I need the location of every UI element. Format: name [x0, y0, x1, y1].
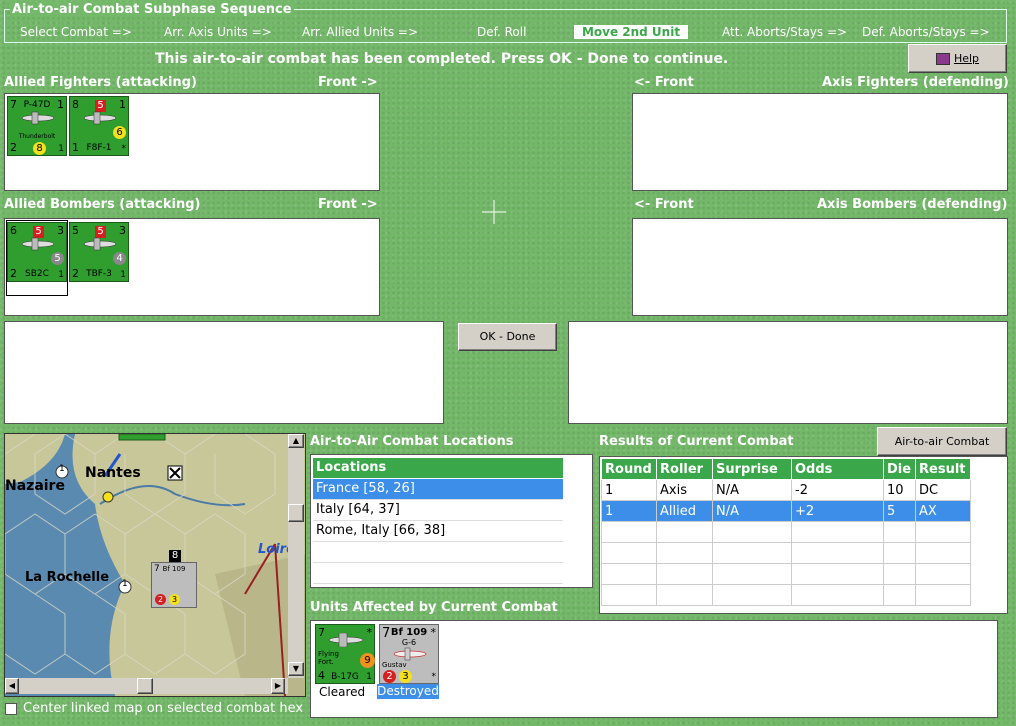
axis-bombers-front: <- Front — [634, 197, 694, 212]
step-arr-axis-units: Arr. Axis Units => — [164, 25, 272, 39]
list-item — [313, 542, 563, 563]
allied-fighters-title: Allied Fighters (attacking) — [4, 75, 197, 90]
map-counter-bf109[interactable]: 7 Bf 109 2 3 — [151, 562, 197, 608]
counter-bf109[interactable]: 7 Bf 109 G-6 * Gustav 2 3 * — [379, 624, 439, 684]
map-horizontal-scrollbar[interactable]: ◀ ▶ — [5, 678, 288, 694]
step-arr-allied-units: Arr. Allied Units => — [302, 25, 419, 39]
axis-fighters-title: Axis Fighters (defending) — [822, 75, 1009, 90]
location-row-rome[interactable]: Rome, Italy [66, 38] — [313, 521, 563, 542]
table-row — [601, 563, 971, 585]
ok-done-button[interactable]: OK - Done — [458, 323, 557, 351]
help-book-icon — [935, 53, 950, 65]
results-title: Results of Current Combat — [599, 434, 794, 449]
col-surprise: Surprise — [712, 458, 792, 480]
crosshair-cursor-icon — [482, 200, 506, 224]
step-select-combat: Select Combat => — [20, 25, 132, 39]
affected-units-box: 7 * Flying Fort. 9 4 B-17G 1 Cleared 7 B… — [310, 620, 998, 718]
map-panel[interactable]: Nantes Nazaire La Rochelle Loire 1 1 8 7… — [4, 433, 306, 697]
allied-bombers-front: Front -> — [318, 197, 378, 212]
col-roller: Roller — [656, 458, 713, 480]
bomber-icon — [328, 633, 364, 647]
plane-icon — [83, 111, 117, 125]
counter-f8f1[interactable]: 8 5 1 6 1 F8F-1 * — [69, 96, 129, 156]
combat-chart-button[interactable]: Air-to-air Combat Chart — [877, 427, 1007, 475]
center-map-checkbox-label: Center linked map on selected combat hex — [23, 701, 304, 716]
horizontal-scroll-thumb[interactable] — [137, 678, 153, 694]
col-round: Round — [601, 458, 657, 480]
axis-fighters-front: <- Front — [634, 75, 694, 90]
scroll-left-arrow-icon[interactable]: ◀ — [5, 678, 19, 694]
map-stack-count: 8 — [169, 550, 181, 562]
map-city-la-rochelle: La Rochelle — [25, 570, 110, 585]
col-odds: Odds — [791, 458, 884, 480]
location-row-france[interactable]: France [58, 26] — [313, 479, 563, 500]
results-header-row: Round Roller Surprise Odds Die Result — [601, 458, 971, 480]
plane-icon — [21, 111, 55, 125]
counter-p47d[interactable]: 7 P-47D 1 Thunderbolt 2 8 1 — [7, 96, 67, 156]
axis-bombers-box[interactable] — [632, 218, 1008, 316]
axis-bombers-title: Axis Bombers (defending) — [817, 197, 1008, 212]
counter-b17g[interactable]: 7 * Flying Fort. 9 4 B-17G 1 — [315, 624, 375, 684]
list-item — [313, 563, 563, 584]
help-button[interactable]: Help — [908, 44, 1007, 73]
counter-tbf3[interactable]: 5 5 3 4 2 TBF-3 1 — [69, 222, 129, 282]
map-city-nazaire: Nazaire — [5, 478, 65, 494]
vertical-scroll-thumb[interactable] — [288, 504, 304, 522]
scroll-right-arrow-icon[interactable]: ▶ — [271, 678, 285, 694]
allied-fighters-box[interactable]: 7 P-47D 1 Thunderbolt 2 8 1 8 5 1 6 1 F8… — [4, 93, 380, 191]
step-def-aborts-stays: Def. Aborts/Stays => — [862, 25, 990, 39]
step-def-roll: Def. Roll — [477, 25, 527, 39]
scroll-down-arrow-icon[interactable]: ▼ — [288, 662, 304, 676]
table-row — [601, 542, 971, 564]
locations-header: Locations — [313, 458, 563, 478]
map-hex-marker-2: 1 — [122, 579, 128, 589]
map-hex-marker: 1 — [59, 464, 65, 474]
locations-list[interactable]: Locations France [58, 26] Italy [64, 37]… — [310, 454, 593, 588]
axis-info-panel — [568, 321, 1008, 424]
table-row[interactable]: 1 Allied N/A +2 5 AX — [601, 500, 971, 522]
axis-fighters-box[interactable] — [632, 93, 1008, 191]
allied-info-panel — [4, 321, 444, 424]
unit-status-cleared: Cleared — [319, 685, 366, 699]
phase-sequence-title: Air-to-air Combat Subphase Sequence — [10, 2, 294, 17]
table-row[interactable]: 1 Axis N/A -2 10 DC — [601, 479, 971, 501]
center-map-checkbox[interactable] — [5, 703, 17, 715]
allied-fighters-front: Front -> — [318, 75, 378, 90]
map-city-nantes: Nantes — [85, 465, 141, 481]
col-die: Die — [883, 458, 916, 480]
locations-title: Air-to-Air Combat Locations — [310, 434, 514, 449]
table-row — [601, 521, 971, 543]
status-message: This air-to-air combat has been complete… — [155, 51, 729, 67]
results-panel: Round Roller Surprise Odds Die Result 1 … — [599, 456, 1008, 614]
allied-bombers-box[interactable]: 6 5 3 5 2 SB2C 1 5 5 3 4 2 TBF-3 1 — [4, 218, 380, 316]
scroll-up-arrow-icon[interactable]: ▲ — [288, 434, 304, 448]
locations-rows: France [58, 26] Italy [64, 37] Rome, Ita… — [313, 479, 563, 584]
plane-icon — [393, 647, 427, 661]
location-row-italy[interactable]: Italy [64, 37] — [313, 500, 563, 521]
step-move-2nd-unit: Move 2nd Unit — [574, 25, 688, 39]
counter-sb2c[interactable]: 6 5 3 5 2 SB2C 1 — [7, 222, 67, 282]
step-att-aborts-stays: Att. Aborts/Stays => — [722, 25, 848, 39]
affected-title: Units Affected by Current Combat — [310, 600, 558, 615]
unit-status-destroyed: Destroyed — [377, 684, 439, 699]
table-row — [601, 584, 971, 606]
allied-bombers-title: Allied Bombers (attacking) — [4, 197, 201, 212]
plane-icon — [83, 237, 117, 251]
results-table: Round Roller Surprise Odds Die Result 1 … — [601, 458, 971, 606]
plane-icon — [21, 237, 55, 251]
map-vertical-scrollbar[interactable]: ▲ ▼ — [288, 434, 304, 678]
col-result: Result — [915, 458, 971, 480]
